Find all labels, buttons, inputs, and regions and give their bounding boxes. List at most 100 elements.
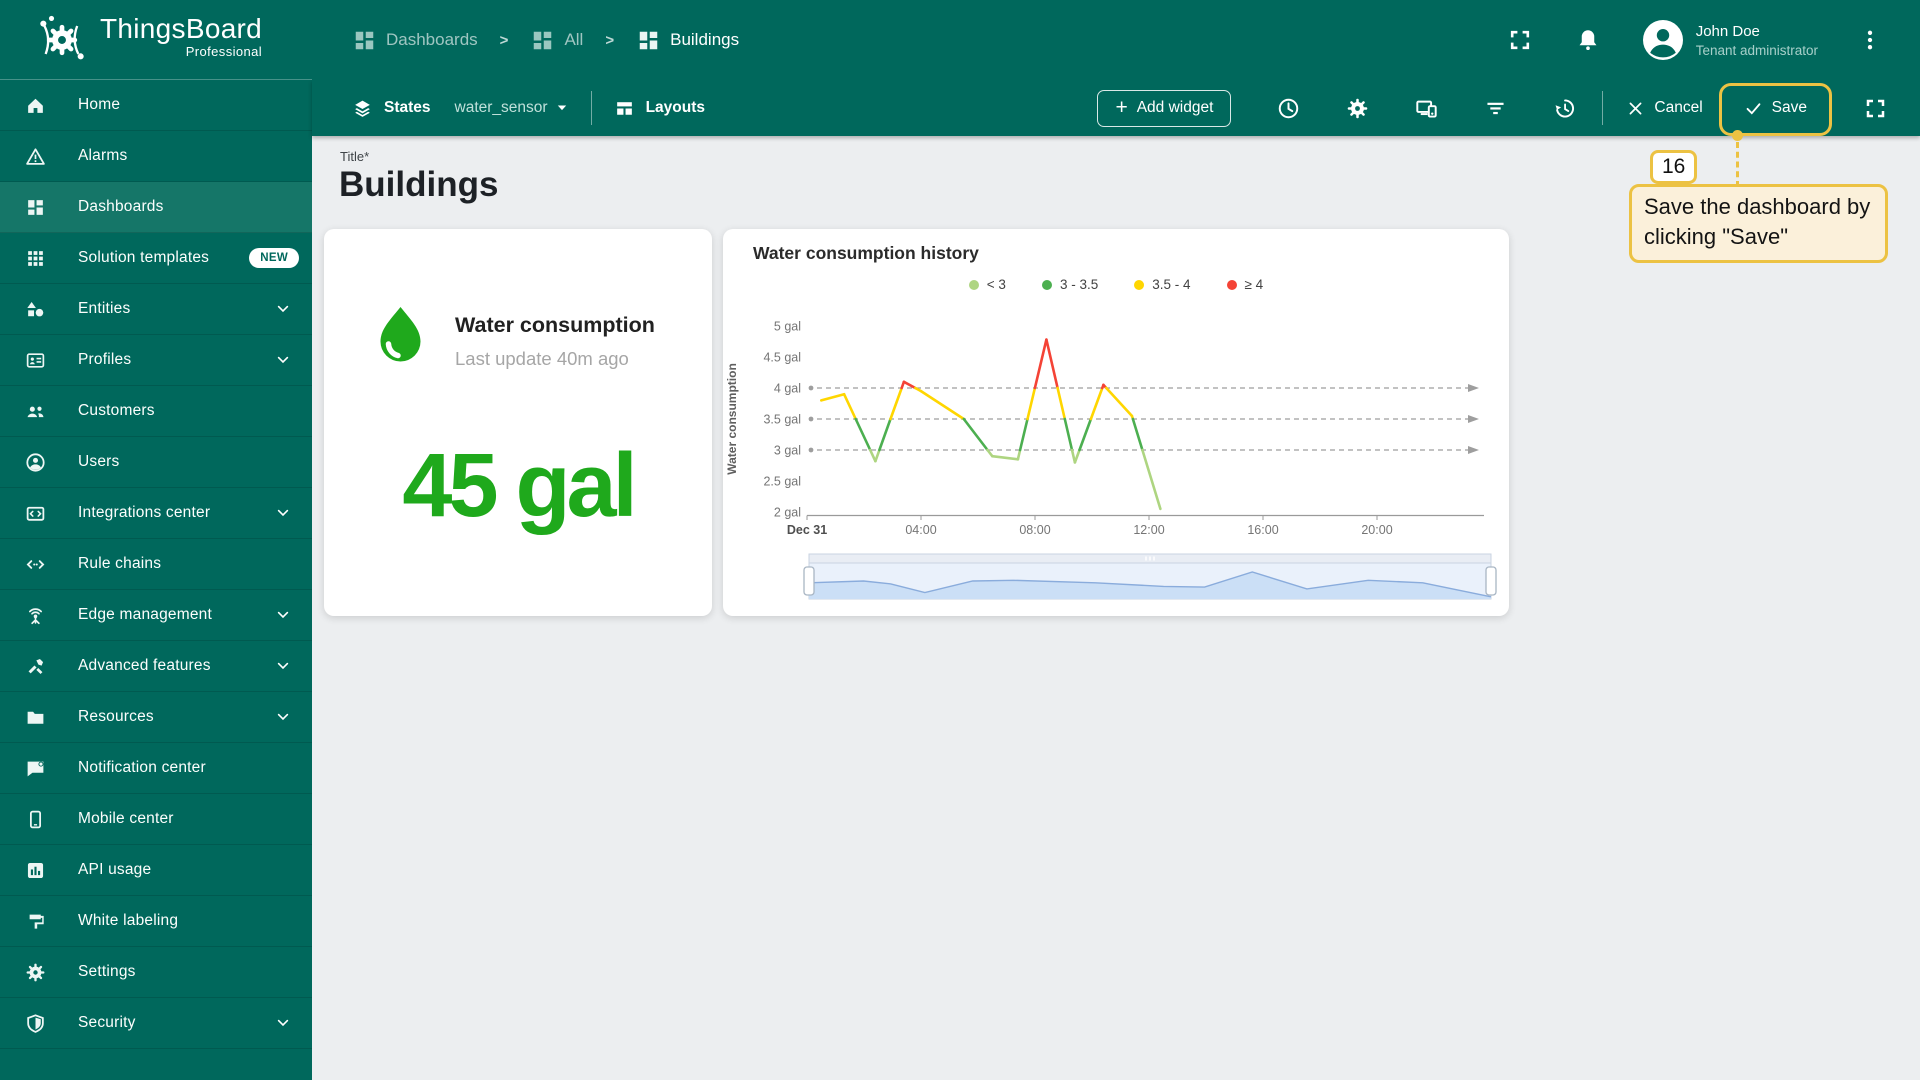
phone-icon <box>25 809 46 830</box>
svg-text:04:00: 04:00 <box>905 523 936 537</box>
folder-icon <box>25 707 46 728</box>
sidebar-item-label: Customers <box>78 402 155 419</box>
new-badge: NEW <box>249 248 299 268</box>
svg-text:3.5 gal: 3.5 gal <box>763 413 801 427</box>
breadcrumb-label: Dashboards <box>386 30 478 49</box>
main-content: Title* Buildings Water consumption Last … <box>312 136 1920 1080</box>
sidebar-item-label: Settings <box>78 963 136 980</box>
apps-icon <box>25 248 46 269</box>
time-window-icon[interactable] <box>1277 97 1300 120</box>
notifications-bell-icon[interactable] <box>1575 27 1601 53</box>
layouts-icon <box>614 98 635 119</box>
thingsboard-logo-icon <box>34 12 90 68</box>
sidebar-item-dashboards[interactable]: Dashboards <box>0 182 312 233</box>
chevron-down-icon <box>275 658 291 674</box>
states-layers-icon <box>352 98 373 119</box>
breadcrumb-separator: > <box>605 31 615 49</box>
sidebar-item-edge-management[interactable]: Edge management <box>0 590 312 641</box>
sidebar-item-profiles[interactable]: Profiles <box>0 335 312 386</box>
cancel-button[interactable]: Cancel <box>1627 99 1703 117</box>
plus-icon: + <box>1115 96 1128 119</box>
fullscreen-icon[interactable] <box>1507 27 1533 53</box>
paint-icon <box>25 911 46 932</box>
chevron-down-icon <box>275 607 291 623</box>
cancel-label: Cancel <box>1654 99 1703 116</box>
kebab-menu-icon[interactable] <box>1858 28 1882 52</box>
svg-text:08:00: 08:00 <box>1019 523 1050 537</box>
sidebar-item-label: Resources <box>78 708 154 725</box>
warning-icon <box>25 146 46 167</box>
sidebar-item-label: Alarms <box>78 147 128 164</box>
sidebar-item-label: Edge management <box>78 606 212 623</box>
rulechain-icon <box>25 554 46 575</box>
svg-text:5 gal: 5 gal <box>774 320 801 334</box>
sidebar-item-resources[interactable]: Resources <box>0 692 312 743</box>
state-select[interactable]: water_sensor <box>455 99 548 117</box>
sidebar-item-settings[interactable]: Settings <box>0 947 312 998</box>
dashboard-settings-icon[interactable] <box>1346 97 1369 120</box>
chevron-down-icon <box>275 301 291 317</box>
dashboards-grid-icon <box>530 28 555 53</box>
entity-filter-icon[interactable] <box>1484 97 1507 120</box>
svg-text:4.5 gal: 4.5 gal <box>763 351 801 365</box>
annotation-tooltip: Save the dashboard by clicking "Save" <box>1629 184 1888 263</box>
svg-text:Dec 31: Dec 31 <box>787 523 827 537</box>
application-window: ThingsBoard Professional Dashboards > All >… <box>0 0 1920 1080</box>
breadcrumb: Dashboards > All > Buildings <box>352 0 739 80</box>
header-actions: John Doe Tenant administrator <box>1507 0 1920 80</box>
chart-canvas[interactable]: 2 gal 2.5 gal 3 gal 3.5 gal 4 gal 4.5 gal 5 ga… <box>723 229 1509 616</box>
sidebar-item-home[interactable]: Home <box>0 80 312 131</box>
toolbar-divider <box>590 91 592 125</box>
sidebar-item-entities[interactable]: Entities <box>0 284 312 335</box>
brand-block: ThingsBoard Professional <box>100 10 262 59</box>
notification-icon <box>25 758 46 779</box>
sidebar-item-solution-templates[interactable]: Solution templates NEW <box>0 233 312 284</box>
sidebar-item-white-labeling[interactable]: White labeling <box>0 896 312 947</box>
annotation-connector-line <box>1736 142 1739 187</box>
sidebar-item-notification-center[interactable]: Notification center <box>0 743 312 794</box>
thingsboard-logo[interactable]: ThingsBoard Professional <box>34 10 262 68</box>
water-history-card: Water consumption history < 33 - 3.5 3.5 … <box>723 229 1509 616</box>
dashboard-toolbar: States water_sensor Layouts + Add widget… <box>312 80 1920 136</box>
breadcrumb-item-buildings[interactable]: Buildings <box>636 28 739 53</box>
check-icon <box>1745 100 1762 117</box>
svg-text:2 gal: 2 gal <box>774 506 801 520</box>
user-role: Tenant administrator <box>1695 42 1818 58</box>
sidebar-item-advanced-features[interactable]: Advanced features <box>0 641 312 692</box>
water-consumption-card: Water consumption Last update 40m ago 45… <box>324 229 712 616</box>
annotation-step-number: 16 <box>1650 150 1698 184</box>
user-menu[interactable]: John Doe Tenant administrator <box>1696 23 1818 58</box>
tools-icon <box>25 656 46 677</box>
widget-title: Water consumption <box>455 313 655 337</box>
sidebar-item-label: White labeling <box>78 912 179 929</box>
add-widget-button[interactable]: + Add widget <box>1097 89 1232 127</box>
add-widget-label: Add widget <box>1136 99 1214 116</box>
sidebar-item-alarms[interactable]: Alarms <box>0 131 312 182</box>
save-label: Save <box>1771 99 1807 116</box>
save-button[interactable]: Save <box>1745 99 1807 117</box>
sidebar-item-label: Solution templates <box>78 249 210 266</box>
sidebar-item-api-usage[interactable]: API usage <box>0 845 312 896</box>
layouts-button[interactable]: Layouts <box>646 99 705 117</box>
chevron-down-icon <box>275 505 291 521</box>
apiusage-icon <box>25 860 46 881</box>
breadcrumb-item-dashboards[interactable]: Dashboards <box>352 28 478 53</box>
manage-layouts-icon[interactable] <box>1415 97 1438 120</box>
svg-text:4 gal: 4 gal <box>774 382 801 396</box>
sidebar-item-mobile-center[interactable]: Mobile center <box>0 794 312 845</box>
sidebar-item-rule-chains[interactable]: Rule chains <box>0 539 312 590</box>
water-consumption-value: 45 gal <box>402 436 637 536</box>
sidebar-item-customers[interactable]: Customers <box>0 386 312 437</box>
shield-icon <box>25 1013 46 1034</box>
breadcrumb-item-all[interactable]: All <box>530 28 583 53</box>
sidebar-item-users[interactable]: Users <box>0 437 312 488</box>
expand-dashboard-icon[interactable] <box>1863 96 1888 121</box>
chevron-down-icon[interactable] <box>555 101 569 115</box>
dashboards-grid-icon <box>636 28 661 53</box>
avatar[interactable] <box>1642 20 1683 60</box>
top-header: ThingsBoard Professional Dashboards > All >… <box>0 0 1920 80</box>
sidebar-item-integrations-center[interactable]: Integrations center <box>0 488 312 539</box>
widget-titles: Water consumption Last update 40m ago <box>455 305 655 379</box>
version-history-icon[interactable] <box>1553 97 1576 120</box>
sidebar-item-security[interactable]: Security <box>0 998 312 1049</box>
